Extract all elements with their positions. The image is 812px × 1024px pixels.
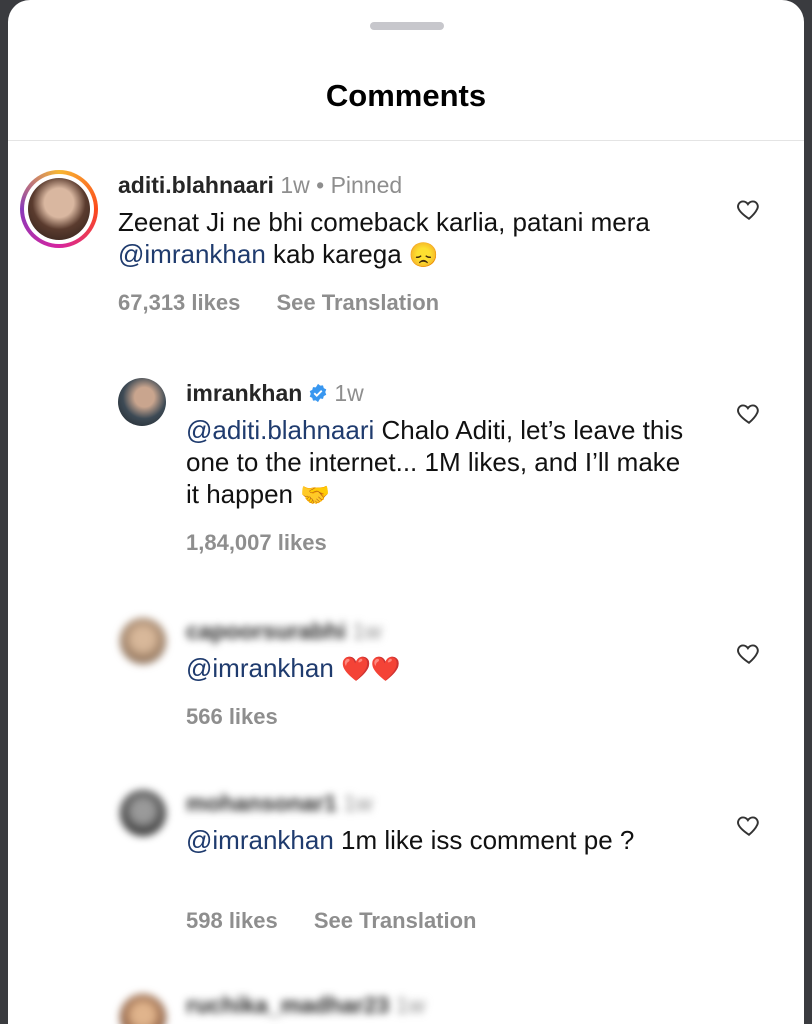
mention-link[interactable]: @imrankhan — [186, 653, 334, 683]
avatar[interactable] — [118, 378, 166, 426]
timestamp: 1w — [395, 992, 426, 1018]
comment-meta: aditi.blahnaari 1w • Pinned — [118, 172, 402, 199]
comment-text: Zeenat Ji ne bhi comeback karlia, patani… — [118, 207, 650, 269]
comment-meta: ruchika_madhar23 1w — [186, 992, 425, 1019]
avatar[interactable] — [120, 994, 166, 1024]
comment-meta: capoorsurabhi 1w — [186, 618, 382, 645]
page-title: Comments — [325, 78, 487, 113]
comment-actions: 1,84,007 likes — [186, 530, 357, 556]
see-translation-link[interactable]: See Translation — [314, 908, 477, 933]
heart-icon[interactable] — [736, 400, 762, 426]
avatar[interactable] — [120, 618, 166, 664]
likes-count[interactable]: 1,84,007 likes — [186, 530, 327, 555]
heart-icon[interactable] — [736, 196, 762, 222]
comment-actions: 566 likes — [186, 704, 308, 730]
pinned-label: • Pinned — [316, 172, 403, 198]
emoji: ❤️❤️ — [341, 656, 401, 683]
likes-count[interactable]: 598 likes — [186, 908, 278, 933]
comment-actions: 598 likes See Translation — [186, 908, 507, 934]
comment-text: @aditi.blahnaari Chalo Aditi, let’s leav… — [186, 415, 684, 509]
avatar — [28, 178, 90, 240]
mention-link[interactable]: @imrankhan — [118, 239, 266, 269]
avatar[interactable] — [120, 790, 166, 836]
drag-handle[interactable] — [370, 22, 444, 30]
comments-sheet: Comments aditi.blahnaari 1w • Pinned Zee… — [8, 0, 804, 1024]
verified-badge-icon — [310, 383, 327, 403]
comment-meta: imrankhan 1w — [186, 380, 364, 407]
timestamp: 1w — [334, 380, 364, 406]
likes-count[interactable]: 67,313 likes — [118, 290, 240, 315]
username[interactable]: aditi.blahnaari — [118, 172, 274, 198]
emoji: 😞 — [408, 242, 439, 269]
comment-meta: mohansonar1 1w — [186, 790, 373, 817]
likes-count[interactable]: 566 likes — [186, 704, 278, 729]
username[interactable]: imrankhan — [186, 380, 302, 406]
mention-link[interactable]: @aditi.blahnaari — [186, 415, 374, 445]
username[interactable]: ruchika_madhar23 — [186, 992, 389, 1018]
see-translation-link[interactable]: See Translation — [276, 290, 439, 315]
story-ring[interactable] — [20, 170, 98, 248]
username[interactable]: capoorsurabhi — [186, 618, 346, 644]
timestamp: 1w — [352, 618, 382, 644]
emoji: 🤝 — [300, 482, 331, 509]
timestamp: 1w — [343, 790, 373, 816]
comment-text: @imrankhan 1m like iss comment pe ? — [186, 825, 635, 855]
username[interactable]: mohansonar1 — [186, 790, 337, 816]
comment-actions: 67,313 likes See Translation — [118, 290, 469, 316]
mention-link[interactable]: @imrankhan — [186, 825, 334, 855]
heart-icon[interactable] — [736, 640, 762, 666]
comment-text: @imrankhan ❤️❤️ — [186, 652, 686, 686]
heart-icon[interactable] — [736, 812, 762, 838]
header-divider — [8, 140, 804, 141]
timestamp: 1w — [280, 172, 310, 198]
